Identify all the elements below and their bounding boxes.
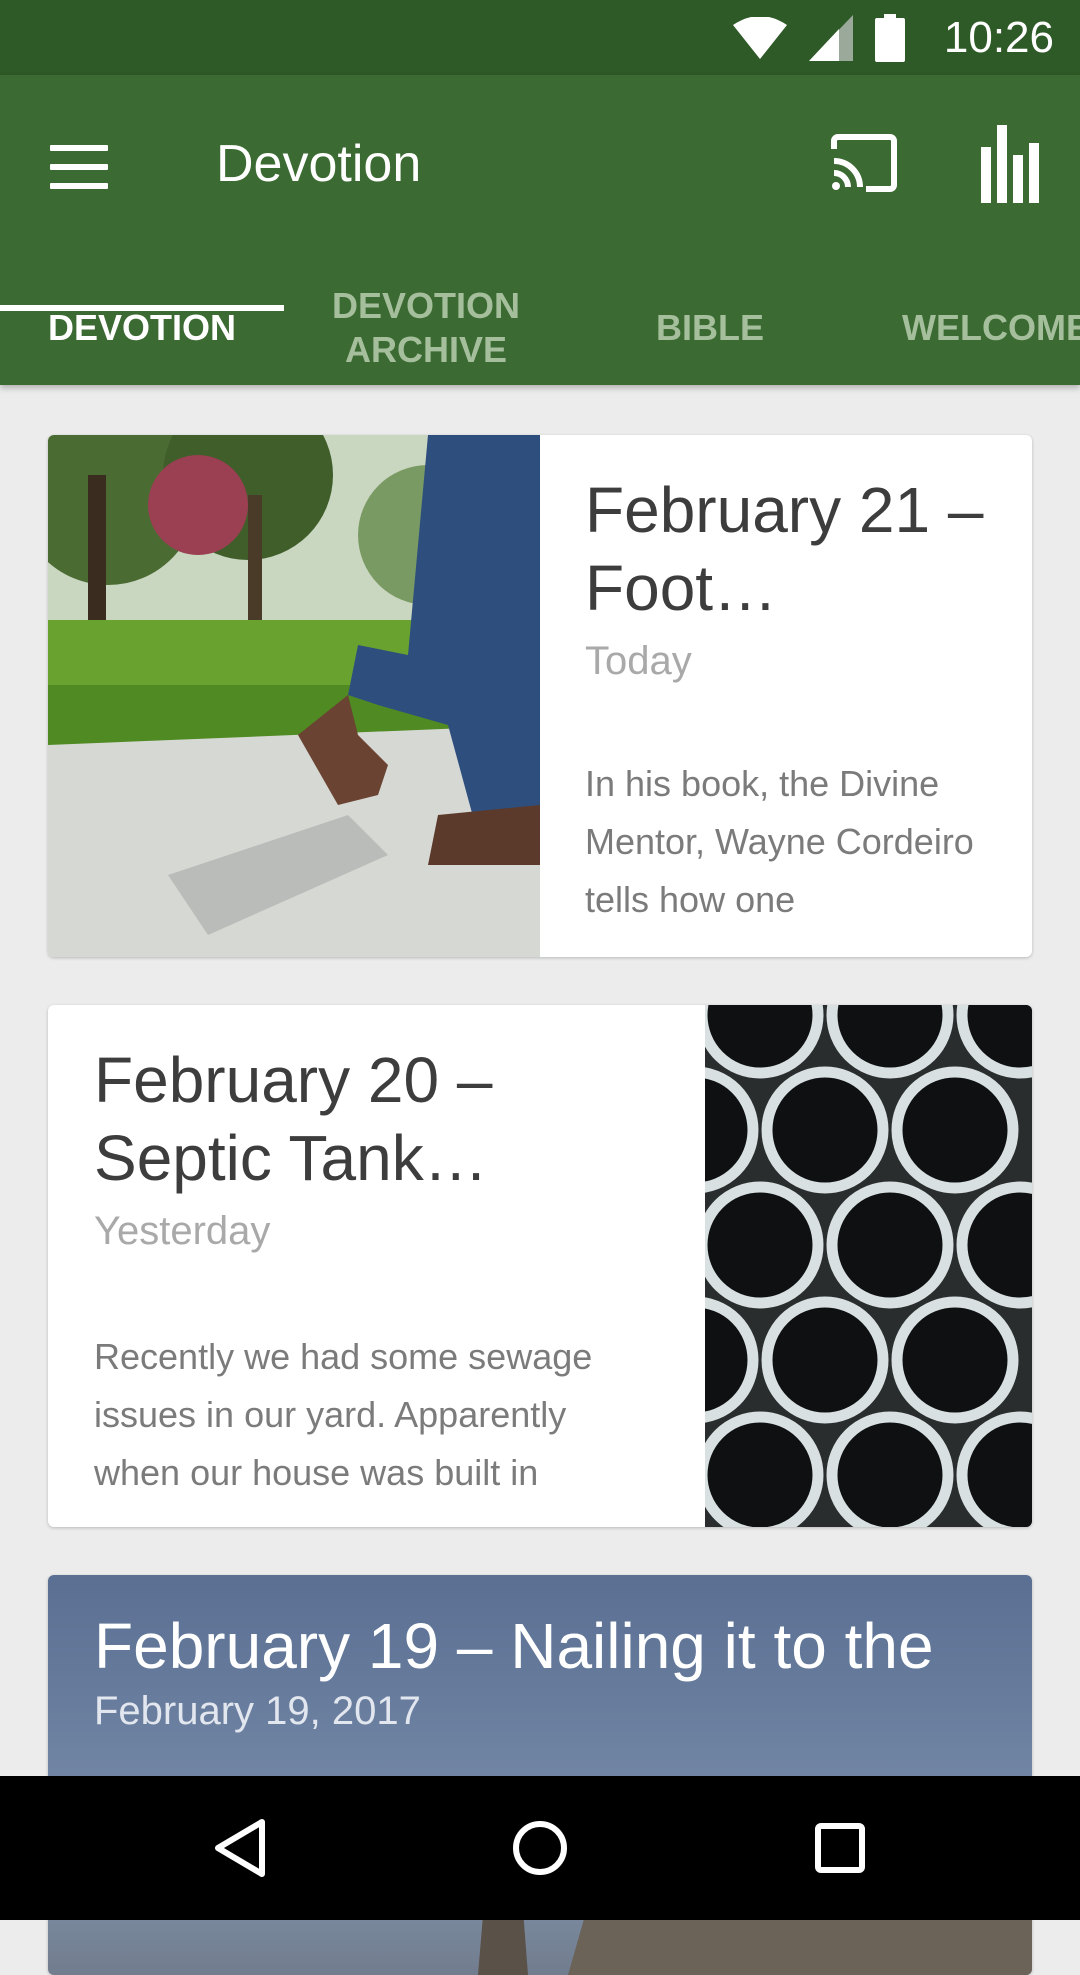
status-time: 10:26 [943, 13, 1054, 62]
tab-welcome[interactable]: WELCOME [852, 271, 1080, 385]
devotion-card[interactable]: February 20 – Septic Tank… Yesterday Rec… [48, 1005, 1032, 1527]
cell-signal-icon [809, 15, 853, 61]
card-excerpt: In his book, the Divine Mentor, Wayne Co… [585, 763, 974, 920]
card-date: February 19, 2017 [94, 1689, 421, 1733]
card-title: February 20 – Septic Tank… [94, 1044, 493, 1194]
back-icon[interactable] [204, 1812, 276, 1884]
recents-icon[interactable] [804, 1812, 876, 1884]
tab-label: DEVOTION [47, 307, 236, 348]
devotion-card[interactable]: February 21 – Foot… Today In his book, t… [48, 435, 1032, 957]
app-title: Devotion [216, 135, 422, 193]
card-date: Today [585, 639, 692, 683]
status-bar: 10:26 [0, 0, 1080, 75]
wifi-icon [733, 17, 787, 59]
pipes-image [705, 1005, 1032, 1527]
app-bar: Devotion DEVOTION DEVOTION ARCHIVE BIBLE… [0, 75, 1080, 385]
tab-bible[interactable]: BIBLE [568, 271, 852, 385]
status-icons [733, 14, 905, 62]
walking-feet-image [48, 435, 540, 957]
card-excerpt: Recently we had some sewage issues in ou… [94, 1336, 593, 1493]
bar-chart-icon[interactable] [975, 123, 1047, 203]
home-icon[interactable] [504, 1812, 576, 1884]
card-title: February 19 – Nailing it to the [94, 1610, 934, 1682]
tab-devotion-archive[interactable]: DEVOTION ARCHIVE [284, 271, 568, 385]
tab-indicator [0, 305, 284, 311]
card-title: February 21 – Foot… [585, 474, 984, 624]
cast-icon[interactable] [828, 127, 900, 199]
tab-label: DEVOTION ARCHIVE [331, 285, 520, 370]
navigation-bar [0, 1776, 1080, 1920]
tab-devotion[interactable]: DEVOTION [0, 271, 284, 385]
battery-icon [875, 14, 905, 62]
tab-label: WELCOME [902, 307, 1080, 348]
tab-label: BIBLE [656, 307, 764, 348]
card-date: Yesterday [94, 1209, 271, 1253]
tab-bar: DEVOTION DEVOTION ARCHIVE BIBLE WELCOME [0, 271, 1080, 385]
menu-icon[interactable] [50, 132, 120, 202]
